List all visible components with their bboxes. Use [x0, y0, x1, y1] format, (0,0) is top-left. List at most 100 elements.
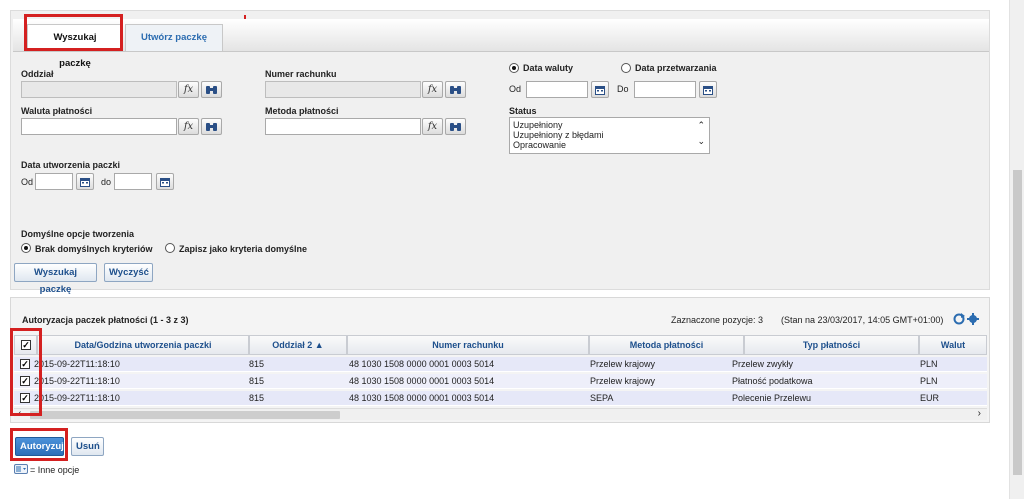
search-package-button[interactable]: Wyszukaj paczkę [14, 263, 97, 295]
row-checkbox[interactable]: ✓ [20, 393, 30, 403]
list-icon [16, 466, 26, 472]
column-header-branch[interactable]: Oddział 2 ▲ [249, 335, 347, 355]
currency-label: Waluta płatności [21, 106, 93, 116]
fx-icon: fx [183, 84, 194, 95]
column-header-currency[interactable]: Walut [919, 335, 987, 355]
chevron-up-icon[interactable]: ⌃ [697, 120, 705, 130]
date-to-label: Do [617, 84, 629, 94]
scroll-left-icon[interactable]: ‹ [18, 408, 21, 419]
binoculars-icon [450, 85, 461, 94]
fx-icon: fx [427, 84, 438, 95]
gear-icon[interactable] [967, 313, 979, 325]
radio-no-default[interactable] [21, 243, 31, 253]
created-date-label: Data utworzenia paczki [21, 160, 121, 170]
status-listbox[interactable]: Uzupełniony Uzupełniony z błędami Opraco… [509, 117, 710, 154]
table-row[interactable]: ✓ 2015-09-22T11:18:10 815 48 1030 1508 0… [14, 374, 987, 389]
payment-method-label: Metoda płatności [265, 106, 339, 116]
binoculars-button-method[interactable] [445, 118, 466, 135]
status-option[interactable]: Uzupełniony z błędami [513, 130, 706, 140]
chevron-down-icon[interactable]: ⌄ [697, 136, 705, 146]
grid-title: Autoryzacja paczek płatności (1 - 3 z 3) [22, 315, 189, 325]
authorize-button[interactable]: Autoryzuj [15, 437, 64, 456]
cell-method: SEPA [590, 393, 614, 403]
date-from-input[interactable] [526, 81, 588, 98]
binoculars-icon [450, 122, 461, 131]
calendar-icon [160, 177, 170, 187]
cell-type: Polecenie Przelewu [732, 393, 812, 403]
horizontal-scrollbar[interactable]: ‹ › [14, 408, 987, 420]
page-scrollbar[interactable] [1009, 0, 1024, 499]
cell-date: 2015-09-22T11:18:10 [34, 393, 120, 403]
tab-create-package[interactable]: Utwórz paczkę [125, 24, 223, 51]
cell-currency: EUR [920, 393, 940, 403]
account-number-label: Numer rachunku [265, 69, 337, 79]
cell-account: 48 1030 1508 0000 0001 0003 5014 [349, 376, 495, 386]
date-from-calendar-button[interactable] [591, 81, 609, 98]
radio-value-date[interactable] [509, 63, 519, 73]
cell-currency: PLN [920, 376, 938, 386]
more-options-legend: = Inne opcje [30, 465, 80, 475]
cell-account: 48 1030 1508 0000 0001 0003 5014 [349, 359, 495, 369]
selected-count: Zaznaczone pozycje: 3 [671, 315, 764, 325]
fx-button-method[interactable]: fx [422, 118, 443, 135]
cell-date: 2015-09-22T11:18:10 [34, 359, 120, 369]
fx-button-oddzial[interactable]: fx [178, 81, 199, 98]
column-header-created[interactable]: Data/Godzina utworzenia paczki [37, 335, 249, 355]
fx-icon: fx [427, 121, 438, 132]
account-number-field[interactable] [265, 81, 421, 98]
radio-save-default[interactable] [165, 243, 175, 253]
column-header-branch-label: Oddział [272, 340, 305, 350]
more-options-icon [14, 464, 28, 474]
oddzial-label: Oddział [21, 69, 54, 79]
created-to-input[interactable] [114, 173, 152, 190]
currency-field[interactable] [21, 118, 177, 135]
radio-processing-date-label: Data przetwarzania [635, 63, 717, 73]
cell-branch: 815 [249, 393, 265, 403]
select-all-checkbox[interactable]: ✓ [21, 340, 31, 350]
column-header-account[interactable]: Numer rachunku [347, 335, 589, 355]
select-all-header: ✓ [14, 335, 37, 355]
created-from-calendar-button[interactable] [76, 173, 94, 190]
tab-search-package[interactable]: Wyszukaj paczkę [27, 24, 123, 69]
delete-button[interactable]: Usuń [71, 437, 104, 456]
binoculars-button-account[interactable] [445, 81, 466, 98]
created-from-input[interactable] [35, 173, 73, 190]
radio-value-date-label: Data waluty [523, 63, 574, 73]
status-option[interactable]: Uzupełniony [513, 120, 706, 130]
oddzial-field[interactable] [21, 81, 177, 98]
table-row[interactable]: ✓ 2015-09-22T11:18:10 815 48 1030 1508 0… [14, 391, 987, 406]
tab-bar: Wyszukaj paczkę Utwórz paczkę [13, 19, 989, 69]
fx-icon: fx [183, 121, 194, 132]
red-marker [244, 15, 246, 19]
column-header-method[interactable]: Metoda płatności [589, 335, 744, 355]
refresh-icon[interactable] [953, 313, 965, 325]
created-to-calendar-button[interactable] [156, 173, 174, 190]
scroll-right-icon[interactable]: › [978, 408, 981, 419]
clear-button[interactable]: Wyczyść [104, 263, 153, 282]
binoculars-button-currency[interactable] [201, 118, 222, 135]
sort-indicator: 2 ▲ [307, 340, 324, 350]
row-checkbox[interactable]: ✓ [20, 359, 30, 369]
cell-method: Przelew krajowy [590, 376, 656, 386]
status-option[interactable]: Opracowanie [513, 140, 706, 150]
default-options-label: Domyślne opcje tworzenia [21, 229, 135, 239]
cell-branch: 815 [249, 376, 265, 386]
column-header-type[interactable]: Typ płatności [744, 335, 919, 355]
cell-type: Płatność podatkowa [732, 376, 813, 386]
cell-date: 2015-09-22T11:18:10 [34, 376, 120, 386]
fx-button-currency[interactable]: fx [178, 118, 199, 135]
calendar-icon [703, 85, 713, 95]
scrollbar-thumb[interactable] [30, 411, 340, 419]
payment-method-field[interactable] [265, 118, 421, 135]
date-to-input[interactable] [634, 81, 696, 98]
date-to-calendar-button[interactable] [699, 81, 717, 98]
page-scrollbar-thumb[interactable] [1013, 170, 1022, 475]
row-checkbox[interactable]: ✓ [20, 376, 30, 386]
radio-processing-date[interactable] [621, 63, 631, 73]
table-row[interactable]: ✓ 2015-09-22T11:18:10 815 48 1030 1508 0… [14, 357, 987, 372]
fx-button-account[interactable]: fx [422, 81, 443, 98]
cell-branch: 815 [249, 359, 265, 369]
status-label: Status [509, 106, 537, 116]
binoculars-button-oddzial[interactable] [201, 81, 222, 98]
cell-type: Przelew zwykły [732, 359, 794, 369]
